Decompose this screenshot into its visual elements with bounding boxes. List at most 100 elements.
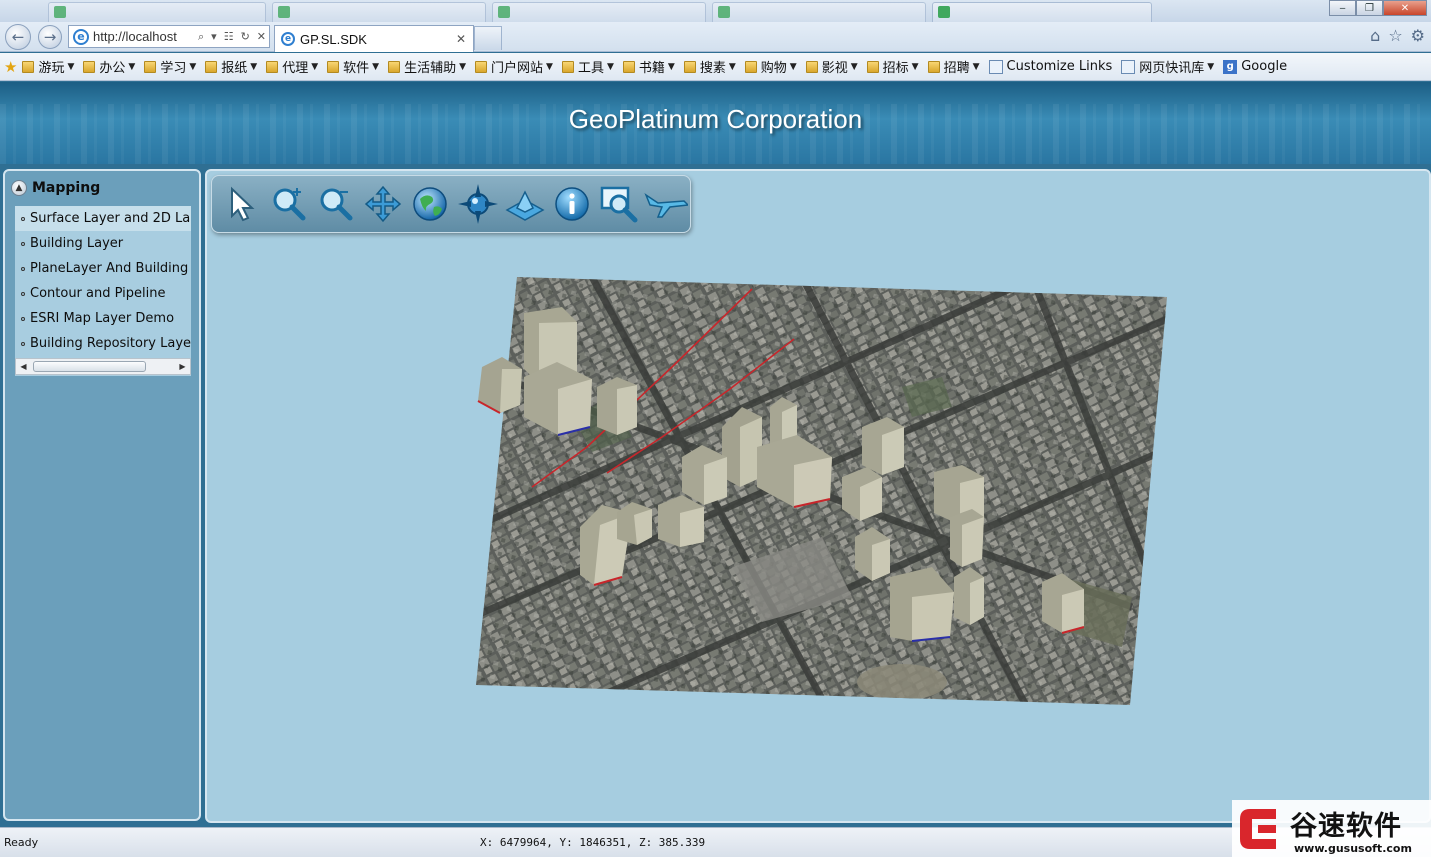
favorite-item[interactable]: 办公 ▼: [83, 57, 135, 76]
back-button[interactable]: ←: [5, 24, 31, 50]
compat-view-icon[interactable]: ☷: [224, 30, 234, 43]
favorite-label: 工具: [577, 61, 604, 76]
favorites-star-icon[interactable]: ☆: [1388, 26, 1402, 45]
tab-favicon-icon: [718, 6, 730, 18]
favorite-item[interactable]: 报纸 ▼: [205, 57, 257, 76]
restore-button[interactable]: ❐: [1356, 0, 1383, 16]
plane-layer-button[interactable]: [501, 180, 548, 228]
layer-label: Building Layer: [30, 236, 124, 251]
folder-icon: [561, 60, 574, 73]
folder-icon: [205, 60, 218, 73]
favorite-item[interactable]: 学习 ▼: [144, 57, 196, 76]
folder-icon: [866, 60, 879, 73]
search-icon[interactable]: ⌕: [198, 30, 204, 44]
scroll-right-icon[interactable]: ▶: [175, 359, 190, 374]
background-tab[interactable]: [272, 2, 486, 22]
chevron-down-icon: ▼: [311, 61, 319, 72]
stop-icon[interactable]: ✕: [257, 30, 266, 43]
favorite-item[interactable]: 门户网站 ▼: [475, 57, 553, 76]
favorite-item[interactable]: 影视 ▼: [805, 57, 858, 76]
favorite-item[interactable]: 生活辅助 ▼: [388, 57, 466, 76]
favorite-item[interactable]: 书籍 ▼: [622, 57, 675, 76]
layer-label: PlaneLayer And Building: [30, 261, 189, 276]
forward-button[interactable]: →: [38, 25, 62, 49]
chevron-down-icon: ▼: [250, 61, 258, 72]
zoom-in-button[interactable]: [265, 180, 312, 228]
favorite-item[interactable]: 搜素 ▼: [683, 57, 736, 76]
favorite-item[interactable]: 招聘 ▼: [927, 57, 980, 76]
layer-list-item[interactable]: PlaneLayer And Building: [15, 256, 191, 281]
background-tab[interactable]: [712, 2, 926, 22]
zoom-out-button[interactable]: [312, 180, 359, 228]
building: [597, 377, 637, 435]
layer-list-item[interactable]: ESRI Map Layer Demo: [15, 306, 191, 331]
background-tab[interactable]: [48, 2, 266, 22]
layer-label: Building Repository Laye: [30, 336, 191, 351]
home-icon[interactable]: ⌂: [1370, 26, 1380, 45]
folder-icon: [83, 60, 96, 73]
pan-button[interactable]: [360, 180, 407, 228]
sidebar-header[interactable]: ▲ Mapping: [11, 180, 100, 196]
zoom-extent-button[interactable]: [596, 180, 643, 228]
add-favorite-icon[interactable]: ★: [4, 58, 17, 76]
favorite-item[interactable]: g Google: [1223, 59, 1287, 74]
fly-button[interactable]: [643, 180, 690, 228]
scrollbar-thumb[interactable]: [33, 361, 146, 372]
background-tab[interactable]: [932, 2, 1152, 22]
refresh-icon[interactable]: ↻: [241, 30, 250, 43]
globe-button[interactable]: [407, 180, 454, 228]
favorite-item[interactable]: 游玩 ▼: [22, 57, 74, 76]
browser-tab-strip: ‒ ❐ ✕: [0, 0, 1431, 22]
favorites-bar: ★ 游玩 ▼ 办公 ▼ 学习 ▼ 报纸 ▼ 代理 ▼ 软件 ▼ 生活辅助 ▼ 门户网站 ▼ 工具 ▼ 书籍 ▼ 搜素 ▼ 购…: [0, 53, 1431, 81]
folder-icon: [388, 60, 401, 73]
new-tab-button[interactable]: [474, 26, 502, 50]
address-input[interactable]: http://localhost: [93, 29, 194, 44]
settings-gear-icon[interactable]: ⚙: [1411, 26, 1425, 45]
select-tool-button[interactable]: [218, 180, 265, 228]
favorite-item[interactable]: 招标 ▼: [866, 57, 919, 76]
info-button[interactable]: [548, 180, 595, 228]
globe-icon: [413, 187, 448, 221]
building: [954, 567, 984, 625]
favorite-item[interactable]: 网页快讯库 ▼: [1121, 57, 1214, 76]
layer-list-item[interactable]: Surface Layer and 2D La: [15, 206, 191, 231]
web-slice-icon: [1121, 59, 1136, 74]
close-window-button[interactable]: ✕: [1383, 0, 1427, 16]
background-tab[interactable]: [492, 2, 706, 22]
layer-list-item[interactable]: Building Repository Laye: [15, 331, 191, 356]
3d-map-scene[interactable]: [472, 277, 1172, 717]
favorite-item[interactable]: 购物 ▼: [744, 57, 797, 76]
sidebar-title: Mapping: [32, 180, 101, 196]
map-viewport[interactable]: [205, 169, 1431, 823]
chevron-down-icon: ▼: [372, 61, 380, 72]
bullet-icon: [21, 291, 25, 296]
tab-close-icon[interactable]: ✕: [456, 32, 466, 46]
navigate-button[interactable]: [454, 180, 501, 228]
chevron-down-icon: ▼: [189, 61, 197, 72]
address-bar[interactable]: e http://localhost ⌕ ▾ ☷ ↻ ✕: [68, 25, 270, 48]
layer-list-item[interactable]: Contour and Pipeline: [15, 281, 191, 306]
favorite-item[interactable]: 工具 ▼: [561, 57, 614, 76]
collapse-chevron-icon[interactable]: ▲: [11, 180, 27, 196]
scroll-left-icon[interactable]: ◀: [16, 359, 31, 374]
layer-list: Surface Layer and 2D La Building Layer Pla…: [15, 206, 191, 376]
watermark-text: 谷速软件: [1290, 811, 1402, 842]
chevron-down-icon: ▼: [128, 61, 136, 72]
dropdown-icon[interactable]: ▾: [211, 30, 217, 43]
horizontal-scrollbar[interactable]: ◀ ▶: [15, 358, 191, 375]
bullet-icon: [21, 341, 25, 346]
chevron-down-icon: ▼: [850, 61, 858, 72]
favorite-item[interactable]: 软件 ▼: [327, 57, 379, 76]
favorite-item[interactable]: 代理 ▼: [266, 57, 318, 76]
zoom-extent-icon: [600, 186, 638, 223]
favorite-item[interactable]: Customize Links: [988, 59, 1112, 74]
favorite-label: 游玩: [38, 61, 65, 76]
favorite-label: 办公: [99, 61, 126, 76]
layer-list-item[interactable]: Building Layer: [15, 231, 191, 256]
active-tab[interactable]: e GP.SL.SDK ✕: [274, 25, 474, 52]
navigate-icon: [457, 184, 498, 224]
chevron-down-icon: ▼: [667, 61, 675, 72]
favorite-label: 影视: [821, 61, 848, 76]
minimize-button[interactable]: ‒: [1329, 0, 1356, 16]
favorite-label: 搜素: [699, 61, 726, 76]
